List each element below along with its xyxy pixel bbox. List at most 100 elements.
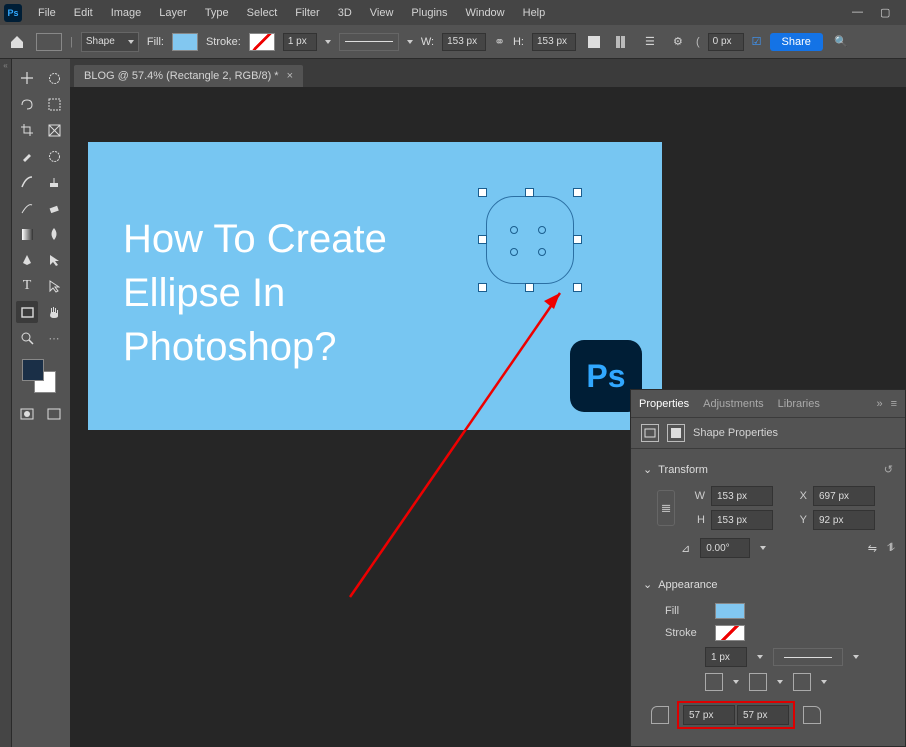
- canvas[interactable]: How To Create Ellipse In Photoshop? Ps: [88, 142, 662, 430]
- menu-filter[interactable]: Filter: [287, 4, 327, 22]
- brush-tool[interactable]: [16, 171, 38, 193]
- shape-selection[interactable]: [480, 190, 580, 290]
- panel-menu-icon[interactable]: ≡: [891, 398, 897, 410]
- share-button[interactable]: Share: [770, 33, 823, 51]
- corner-tl-icon[interactable]: [651, 706, 669, 724]
- rotate-caret[interactable]: [760, 546, 766, 550]
- gradient-tool[interactable]: [16, 223, 38, 245]
- appearance-section[interactable]: ⌄Appearance: [641, 572, 895, 597]
- healing-tool[interactable]: [43, 145, 65, 167]
- align-edges-check[interactable]: ☑: [752, 35, 762, 48]
- align-icon[interactable]: [612, 32, 632, 52]
- panel-stroke-style[interactable]: [773, 648, 843, 666]
- tab-properties[interactable]: Properties: [639, 398, 689, 410]
- rotate-input[interactable]: [700, 538, 750, 558]
- tab-adjustments[interactable]: Adjustments: [703, 398, 764, 410]
- crop-tool[interactable]: [16, 119, 38, 141]
- zoom-tool[interactable]: [16, 327, 38, 349]
- main-area: BLOG @ 57.4% (Rectangle 2, RGB/8) * × Ho…: [70, 59, 906, 747]
- transform-section[interactable]: ⌄Transform ↺: [641, 457, 895, 482]
- menu-view[interactable]: View: [362, 4, 402, 22]
- pen-tool[interactable]: [16, 249, 38, 271]
- stroke-style-dropdown[interactable]: [339, 33, 399, 51]
- corner-tl-input[interactable]: [683, 705, 735, 725]
- eraser-tool[interactable]: [43, 197, 65, 219]
- stroke-style-caret[interactable]: [407, 40, 413, 44]
- appearance-title: Appearance: [658, 579, 717, 591]
- align-stroke-icon[interactable]: [793, 673, 811, 691]
- move-tool[interactable]: [16, 67, 38, 89]
- width-input[interactable]: [442, 33, 486, 51]
- panel-x-input[interactable]: [813, 486, 875, 506]
- fg-bg-colors[interactable]: [16, 359, 66, 399]
- panel-height-input[interactable]: [711, 510, 773, 530]
- menu-file[interactable]: File: [30, 4, 64, 22]
- fill-swatch[interactable]: [172, 33, 198, 51]
- options-bar: | Shape Fill: Stroke: W: ⚭ H: ☰ ⚙ ( ☑ Sh…: [0, 25, 906, 59]
- panel-fill-swatch[interactable]: [715, 603, 745, 619]
- lasso-tool[interactable]: [16, 93, 38, 115]
- restore-icon[interactable]: ▢: [880, 6, 894, 20]
- panel-expand-icon[interactable]: »: [876, 398, 882, 410]
- hand-tool[interactable]: [43, 301, 65, 323]
- close-tab-icon[interactable]: ×: [287, 70, 293, 82]
- panel-tabs: Properties Adjustments Libraries » ≡: [631, 390, 905, 418]
- join-icon[interactable]: [749, 673, 767, 691]
- type-tool[interactable]: T: [16, 275, 38, 297]
- corner-tr-input[interactable]: [737, 705, 789, 725]
- document-tab[interactable]: BLOG @ 57.4% (Rectangle 2, RGB/8) * ×: [74, 65, 303, 87]
- home-button[interactable]: [6, 31, 28, 53]
- canvas-area[interactable]: How To Create Ellipse In Photoshop? Ps P…: [70, 87, 906, 747]
- height-input[interactable]: [532, 33, 576, 51]
- path-select-tool[interactable]: [43, 249, 65, 271]
- blur-tool[interactable]: [43, 223, 65, 245]
- stroke-width-input[interactable]: [283, 33, 317, 51]
- menu-plugins[interactable]: Plugins: [403, 4, 455, 22]
- direct-select-tool[interactable]: [43, 275, 65, 297]
- link-wh-panel-icon[interactable]: 𝌆: [657, 490, 675, 526]
- rectangle-tool[interactable]: [16, 301, 38, 323]
- tool-preset-swatch[interactable]: [36, 33, 62, 51]
- panel-stroke-width[interactable]: [705, 647, 747, 667]
- stroke-width-caret[interactable]: [325, 40, 331, 44]
- menu-select[interactable]: Select: [239, 4, 286, 22]
- quick-select-tool[interactable]: [43, 93, 65, 115]
- link-wh-icon[interactable]: ⚭: [494, 34, 505, 50]
- transform-title: Transform: [658, 464, 708, 476]
- menu-edit[interactable]: Edit: [66, 4, 101, 22]
- more-tools[interactable]: ⋯: [43, 327, 65, 349]
- tab-libraries[interactable]: Libraries: [778, 398, 820, 410]
- arrange-icon[interactable]: ☰: [640, 32, 660, 52]
- menu-3d[interactable]: 3D: [330, 4, 360, 22]
- menu-type[interactable]: Type: [197, 4, 237, 22]
- shape-mode-dropdown[interactable]: Shape: [81, 32, 139, 52]
- quickmask-tool[interactable]: [16, 403, 38, 425]
- menu-help[interactable]: Help: [515, 4, 554, 22]
- menu-window[interactable]: Window: [458, 4, 513, 22]
- screenmode-tool[interactable]: [43, 403, 65, 425]
- path-ops-icon[interactable]: [584, 32, 604, 52]
- corner-radius-input[interactable]: [708, 33, 744, 51]
- search-icon[interactable]: 🔍: [831, 32, 851, 52]
- minimize-icon[interactable]: ―: [852, 6, 866, 20]
- flip-h-icon[interactable]: ⇋: [868, 542, 877, 555]
- panel-width-input[interactable]: [711, 486, 773, 506]
- frame-tool[interactable]: [43, 119, 65, 141]
- corner-tr-icon[interactable]: [803, 706, 821, 724]
- panel-stroke-swatch[interactable]: [715, 625, 745, 641]
- panel-y-input[interactable]: [813, 510, 875, 530]
- marquee-tool[interactable]: [43, 67, 65, 89]
- eyedropper-tool[interactable]: [16, 145, 38, 167]
- history-brush-tool[interactable]: [16, 197, 38, 219]
- flip-v-icon[interactable]: ⥮: [887, 542, 895, 555]
- menu-layer[interactable]: Layer: [151, 4, 195, 22]
- clone-tool[interactable]: [43, 171, 65, 193]
- cap-icon[interactable]: [705, 673, 723, 691]
- reset-icon[interactable]: ↺: [884, 463, 893, 476]
- app-icon: Ps: [4, 4, 22, 22]
- y-label-panel: Y: [789, 514, 807, 526]
- live-shape-icon: [667, 424, 685, 442]
- stroke-swatch[interactable]: [249, 33, 275, 51]
- menu-image[interactable]: Image: [103, 4, 150, 22]
- gear-icon[interactable]: ⚙: [668, 32, 688, 52]
